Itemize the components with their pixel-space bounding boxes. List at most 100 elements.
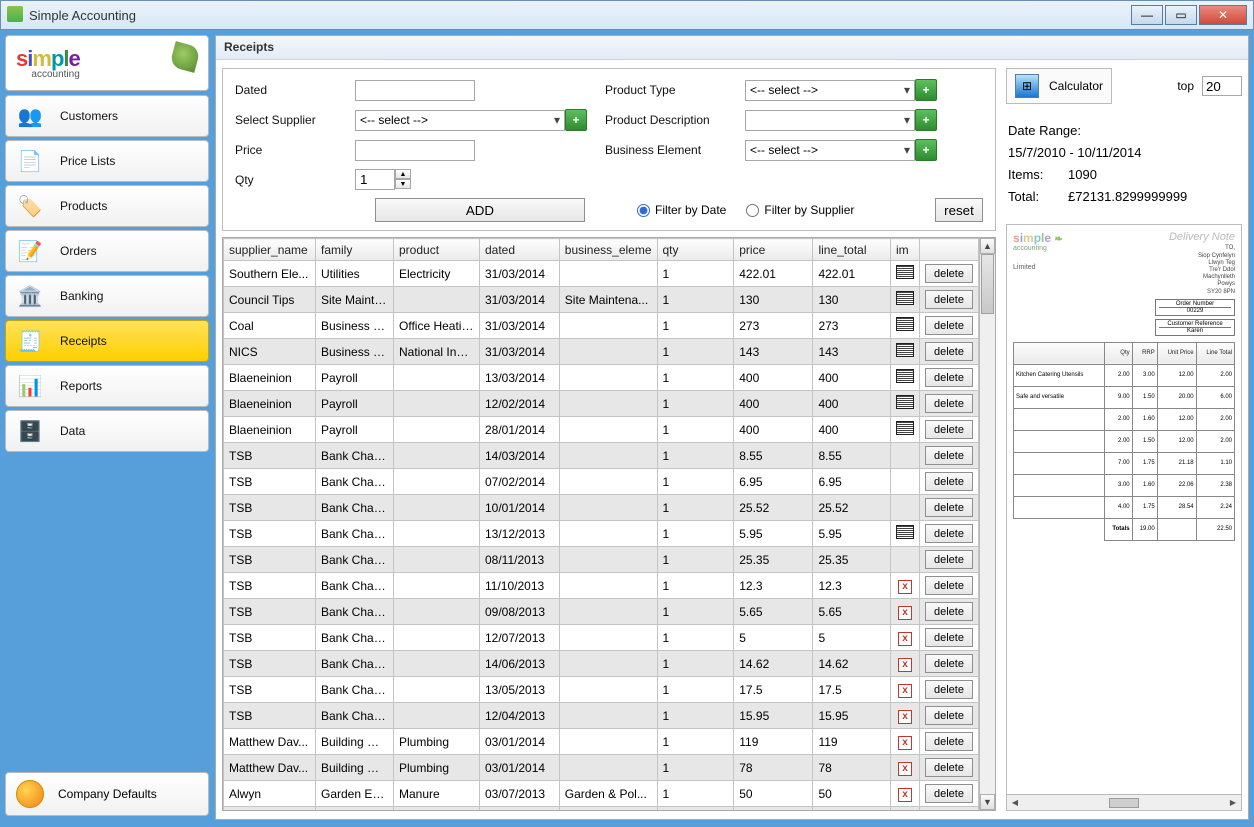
scroll-up-button[interactable]: ▲ <box>980 238 995 254</box>
table-row[interactable]: BlaeneinionPayroll12/02/20141400400delet… <box>224 391 979 417</box>
maximize-button[interactable]: ▭ <box>1165 5 1197 25</box>
table-row[interactable]: Matthew Dav...Building Mate...Plumbing03… <box>224 729 979 755</box>
delete-button[interactable]: delete <box>925 368 973 387</box>
table-row[interactable]: TSBBank Charges13/05/2013117.517.5xdelet… <box>224 677 979 703</box>
delete-button[interactable]: delete <box>925 472 973 491</box>
preview-scroll-thumb[interactable] <box>1109 798 1139 808</box>
preview-scroll-left[interactable]: ◀ <box>1007 795 1023 811</box>
sidebar-item-orders[interactable]: 📝Orders <box>5 230 209 272</box>
delete-button[interactable]: delete <box>925 732 973 751</box>
minimize-button[interactable]: — <box>1131 5 1163 25</box>
table-row[interactable]: TSBBank Charges13/12/201315.955.95delete <box>224 521 979 547</box>
delete-button[interactable]: delete <box>925 498 973 517</box>
qty-up[interactable]: ▲ <box>395 169 411 179</box>
nav-label: Customers <box>60 109 200 123</box>
company-defaults-button[interactable]: Company Defaults <box>5 772 209 816</box>
delete-button[interactable]: delete <box>925 680 973 699</box>
add-business-element-button[interactable]: + <box>915 139 937 161</box>
table-row[interactable]: TSBBank Charges12/04/2013115.9515.95xdel… <box>224 703 979 729</box>
dated-input[interactable] <box>355 80 475 101</box>
close-button[interactable]: ✕ <box>1199 5 1247 25</box>
col-business_eleme[interactable]: business_eleme <box>559 239 657 261</box>
add-button[interactable]: ADD <box>375 198 585 222</box>
table-row[interactable]: BlaeneinionPayroll13/03/20141400400delet… <box>224 365 979 391</box>
table-row[interactable]: CoalBusiness FeesOffice Heating31/03/201… <box>224 313 979 339</box>
col-supplier_name[interactable]: supplier_name <box>224 239 316 261</box>
table-row[interactable]: Southern Ele...UtilitiesElectricity31/03… <box>224 261 979 287</box>
delete-button[interactable]: delete <box>925 394 973 413</box>
table-row[interactable]: TSBBank Charges14/06/2013114.6214.62xdel… <box>224 651 979 677</box>
delete-button[interactable]: delete <box>925 316 973 335</box>
col-qty[interactable]: qty <box>657 239 734 261</box>
company-defaults-label: Company Defaults <box>58 787 157 801</box>
col-line_total[interactable]: line_total <box>813 239 891 261</box>
col-action[interactable] <box>919 239 978 261</box>
table-row[interactable]: BlaeneinionPayroll28/01/20141400400delet… <box>224 417 979 443</box>
price-input[interactable] <box>355 140 475 161</box>
col-family[interactable]: family <box>316 239 394 261</box>
sidebar-item-receipts[interactable]: 🧾Receipts <box>5 320 209 362</box>
filter-by-date-radio[interactable]: Filter by Date <box>637 203 726 217</box>
table-row[interactable]: TSBBank Charges14/03/201418.558.55delete <box>224 443 979 469</box>
qty-input[interactable] <box>355 169 395 190</box>
delete-button[interactable]: delete <box>925 576 973 595</box>
table-row[interactable]: AlwynGarden Equi...Manure03/07/2013Garde… <box>224 781 979 807</box>
delete-button[interactable]: delete <box>925 758 973 777</box>
receipt-thumb-icon <box>896 343 914 357</box>
table-row[interactable]: TSBBank Charges11/10/2013112.312.3xdelet… <box>224 573 979 599</box>
total-label: Total: <box>1008 186 1068 208</box>
add-supplier-button[interactable]: + <box>565 109 587 131</box>
delete-button[interactable]: delete <box>925 342 973 361</box>
top-input[interactable] <box>1202 76 1242 96</box>
delete-button[interactable]: delete <box>925 654 973 673</box>
supplier-select[interactable]: <-- select --> <box>355 110 565 131</box>
delete-button[interactable]: delete <box>925 524 973 543</box>
delete-button[interactable]: delete <box>925 550 973 569</box>
table-row[interactable]: TSBBank Charges12/07/2013155xdelete <box>224 625 979 651</box>
delete-button[interactable]: delete <box>925 602 973 621</box>
table-row[interactable]: Supplies GroupConsumablesInks01/08/20131… <box>224 807 979 811</box>
nav-label: Receipts <box>60 334 200 348</box>
sidebar-item-customers[interactable]: 👥Customers <box>5 95 209 137</box>
col-price[interactable]: price <box>734 239 813 261</box>
delete-button[interactable]: delete <box>925 420 973 439</box>
reset-button[interactable]: reset <box>935 198 983 222</box>
col-product[interactable]: product <box>394 239 480 261</box>
delete-button[interactable]: delete <box>925 628 973 647</box>
table-row[interactable]: Council TipsSite Mainten...31/03/2014Sit… <box>224 287 979 313</box>
calculator-button[interactable]: ⊞ Calculator <box>1006 68 1112 104</box>
receipts-table[interactable]: supplier_namefamilyproductdatedbusiness_… <box>223 238 979 810</box>
col-im[interactable]: im <box>890 239 919 261</box>
delete-button[interactable]: delete <box>925 446 973 465</box>
add-product-desc-button[interactable]: + <box>915 109 937 131</box>
sidebar-item-banking[interactable]: 🏛️Banking <box>5 275 209 317</box>
qty-stepper[interactable]: ▲▼ <box>355 169 565 190</box>
sidebar-item-price-lists[interactable]: 📄Price Lists <box>5 140 209 182</box>
vertical-scrollbar[interactable]: ▲ ▼ <box>979 238 995 810</box>
filter-by-supplier-radio[interactable]: Filter by Supplier <box>746 203 854 217</box>
table-row[interactable]: TSBBank Charges08/11/2013125.3525.35dele… <box>224 547 979 573</box>
product-desc-select[interactable] <box>745 110 915 131</box>
table-row[interactable]: TSBBank Charges10/01/2014125.5225.52dele… <box>224 495 979 521</box>
col-dated[interactable]: dated <box>480 239 560 261</box>
table-row[interactable]: Matthew Dav...Building Mate...Plumbing03… <box>224 755 979 781</box>
table-row[interactable]: TSBBank Charges07/02/201416.956.95delete <box>224 469 979 495</box>
delete-button[interactable]: delete <box>925 290 973 309</box>
delete-button[interactable]: delete <box>925 264 973 283</box>
scroll-thumb[interactable] <box>981 254 994 314</box>
business-element-select[interactable]: <-- select --> <box>745 140 915 161</box>
scroll-down-button[interactable]: ▼ <box>980 794 995 810</box>
preview-scroll-right[interactable]: ▶ <box>1225 795 1241 811</box>
add-product-type-button[interactable]: + <box>915 79 937 101</box>
sidebar-item-reports[interactable]: 📊Reports <box>5 365 209 407</box>
product-type-select[interactable]: <-- select --> <box>745 80 915 101</box>
table-row[interactable]: NICSBusiness FeesNational Insur...31/03/… <box>224 339 979 365</box>
preview-horizontal-scrollbar[interactable]: ◀ ▶ <box>1007 794 1241 810</box>
delete-button[interactable]: delete <box>925 706 973 725</box>
table-row[interactable]: TSBBank Charges09/08/201315.655.65xdelet… <box>224 599 979 625</box>
qty-down[interactable]: ▼ <box>395 179 411 189</box>
sidebar-item-products[interactable]: 🏷️Products <box>5 185 209 227</box>
settings-icon <box>16 780 44 808</box>
sidebar-item-data[interactable]: 🗄️Data <box>5 410 209 452</box>
delete-button[interactable]: delete <box>925 784 973 803</box>
